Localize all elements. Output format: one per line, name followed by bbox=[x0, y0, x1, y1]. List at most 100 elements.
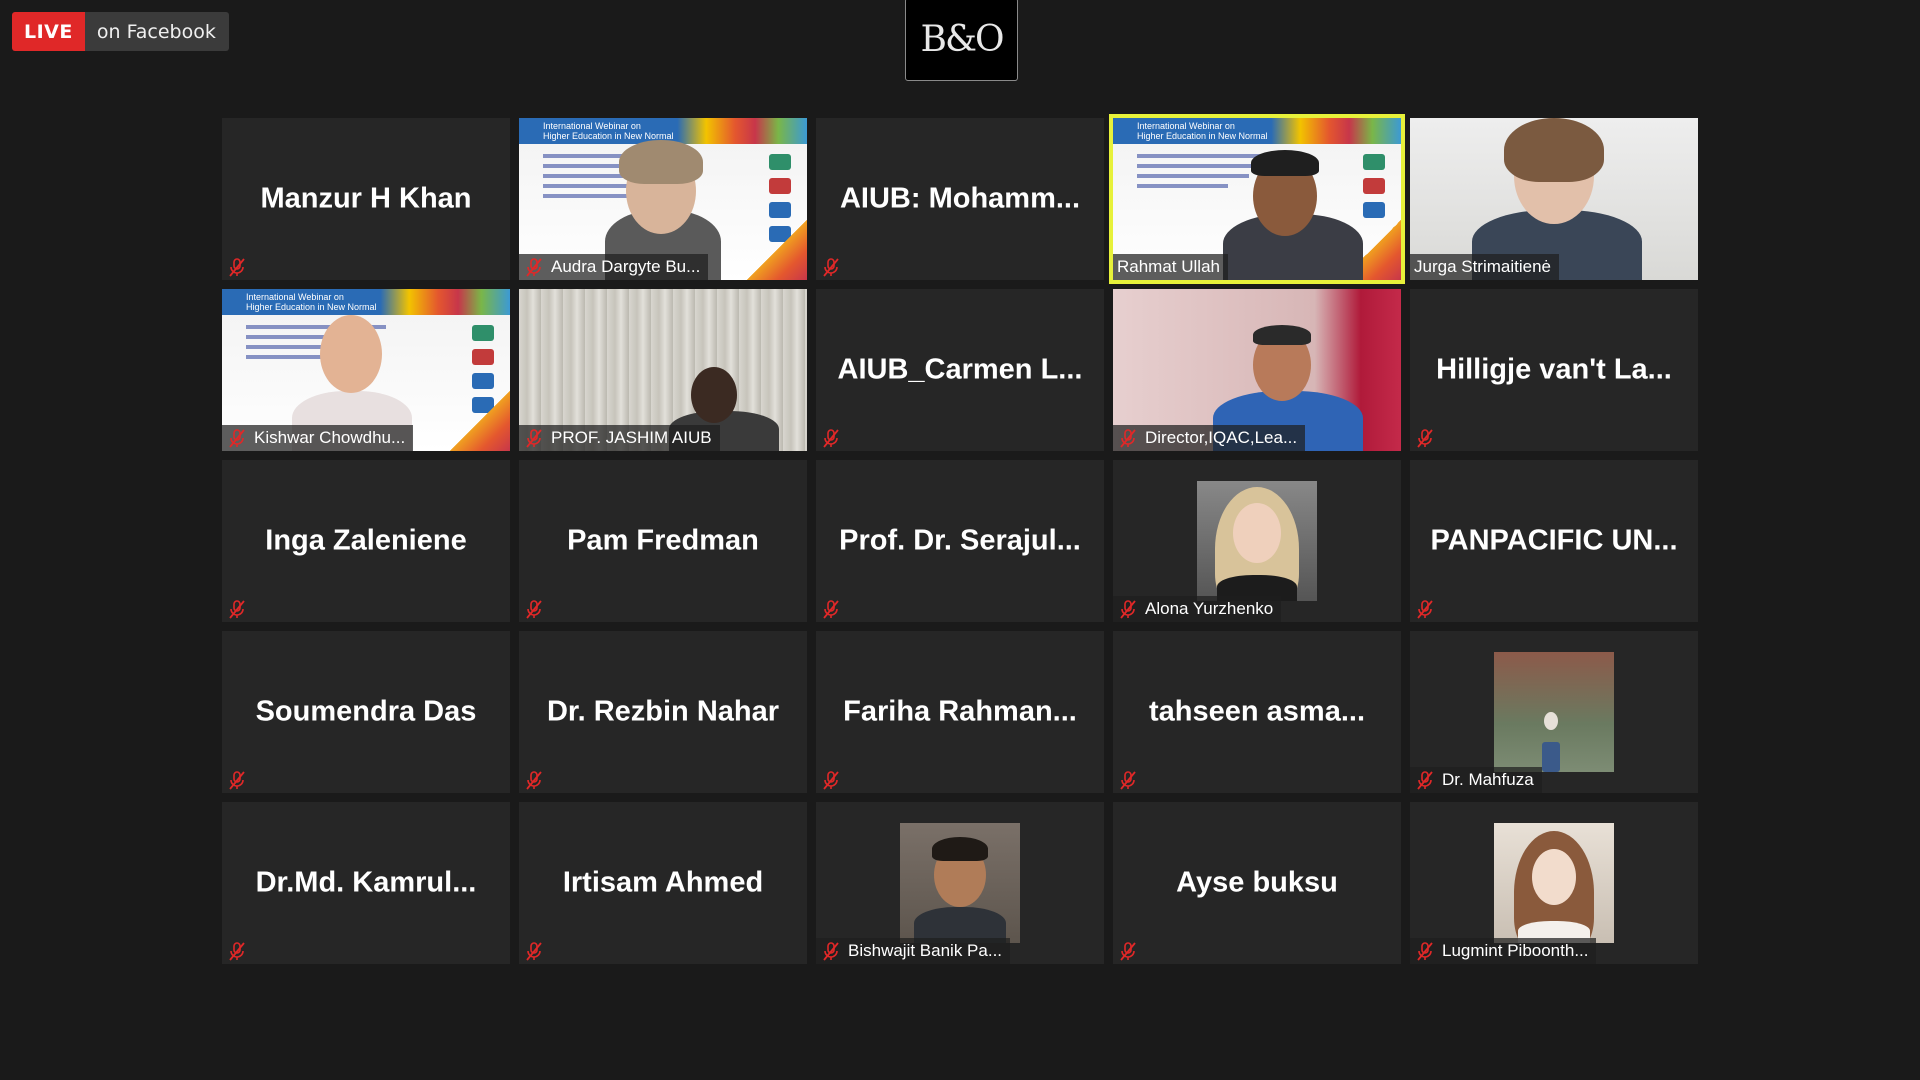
participant-grid: Manzur H Khan International Webinar on Hi… bbox=[222, 114, 1698, 964]
participant-tile[interactable]: Dr. Rezbin Nahar bbox=[519, 631, 807, 793]
participant-name: Dr. Mahfuza bbox=[1442, 770, 1534, 789]
participant-label: Audra Dargyte Bu... bbox=[519, 254, 709, 280]
participant-tile-video[interactable]: Director,IQAC,Lea... bbox=[1113, 289, 1401, 451]
participant-tile[interactable]: Dr.Md. Kamrul... bbox=[222, 802, 510, 964]
participant-label bbox=[1113, 938, 1153, 964]
participant-label: Alona Yurzhenko bbox=[1113, 596, 1282, 622]
mic-muted-icon bbox=[226, 769, 248, 791]
participant-name: Dr.Md. Kamrul... bbox=[255, 866, 477, 899]
mic-muted-icon bbox=[820, 769, 842, 791]
participant-name: Dr. Rezbin Nahar bbox=[546, 695, 780, 728]
participant-tile[interactable]: Soumendra Das bbox=[222, 631, 510, 793]
mic-muted-icon bbox=[1117, 940, 1139, 962]
participant-name: AIUB: Mohamm... bbox=[839, 182, 1081, 215]
participant-name: Bishwajit Banik Pa... bbox=[848, 941, 1003, 960]
participant-name: Lugmint Piboonth... bbox=[1442, 941, 1589, 960]
mic-muted-icon bbox=[523, 598, 545, 620]
participant-label: Jurga Strimaitienė bbox=[1410, 254, 1560, 280]
participant-tile[interactable]: AIUB: Mohamm... bbox=[816, 118, 1104, 280]
participant-tile-video[interactable]: International Webinar on Higher Education… bbox=[222, 289, 510, 451]
live-platform-label: on Facebook bbox=[84, 12, 229, 51]
mic-muted-icon bbox=[820, 598, 842, 620]
participant-name: Hilligje van't La... bbox=[1436, 353, 1672, 386]
mic-muted-icon bbox=[226, 256, 248, 278]
participant-name: AIUB_Carmen L... bbox=[837, 353, 1083, 386]
participant-label bbox=[222, 767, 262, 793]
participant-name: Jurga Strimaitienė bbox=[1414, 257, 1552, 276]
participant-tile[interactable]: tahseen asma... bbox=[1113, 631, 1401, 793]
participant-name: Ayse buksu bbox=[1176, 866, 1338, 899]
participant-name: Irtisam Ahmed bbox=[562, 866, 764, 899]
mic-muted-icon bbox=[1414, 940, 1436, 962]
mic-muted-icon bbox=[820, 427, 842, 449]
participant-tile[interactable]: PANPACIFIC UN... bbox=[1410, 460, 1698, 622]
participant-tile-avatar[interactable]: Alona Yurzhenko bbox=[1113, 460, 1401, 622]
profile-photo bbox=[1197, 481, 1317, 601]
participant-tile[interactable]: AIUB_Carmen L... bbox=[816, 289, 1104, 451]
participant-tile-avatar[interactable]: Bishwajit Banik Pa... bbox=[816, 802, 1104, 964]
participant-label bbox=[816, 767, 856, 793]
participant-label: Lugmint Piboonth... bbox=[1410, 938, 1597, 964]
participant-tile[interactable]: Fariha Rahman... bbox=[816, 631, 1104, 793]
participant-label: Rahmat Ullah bbox=[1113, 254, 1228, 280]
participant-label: Kishwar Chowdhu... bbox=[222, 425, 414, 451]
participant-tile-video[interactable]: PROF. JASHIM AIUB bbox=[519, 289, 807, 451]
participant-label: Dr. Mahfuza bbox=[1410, 767, 1542, 793]
participant-label bbox=[519, 596, 559, 622]
participant-label bbox=[222, 938, 262, 964]
mic-muted-icon bbox=[1117, 598, 1139, 620]
participant-name: Rahmat Ullah bbox=[1117, 257, 1220, 276]
participant-tile-avatar[interactable]: Lugmint Piboonth... bbox=[1410, 802, 1698, 964]
mic-muted-icon bbox=[1414, 598, 1436, 620]
participant-name: Fariha Rahman... bbox=[843, 695, 1077, 728]
participant-name: tahseen asma... bbox=[1149, 695, 1365, 728]
participant-name: Alona Yurzhenko bbox=[1145, 599, 1274, 618]
participant-tile-video[interactable]: International Webinar on Higher Education… bbox=[519, 118, 807, 280]
participant-tile-video[interactable]: Jurga Strimaitienė bbox=[1410, 118, 1698, 280]
live-badge: LIVE bbox=[12, 12, 85, 51]
participant-name: Kishwar Chowdhu... bbox=[254, 428, 406, 447]
participant-name: PROF. JASHIM AIUB bbox=[551, 428, 712, 447]
mic-muted-icon bbox=[523, 940, 545, 962]
participant-name: Soumendra Das bbox=[255, 695, 477, 728]
live-indicator[interactable]: LIVE on Facebook bbox=[12, 12, 229, 51]
mic-muted-icon bbox=[523, 769, 545, 791]
participant-label: PROF. JASHIM AIUB bbox=[519, 425, 720, 451]
participant-tile[interactable]: Inga Zaleniene bbox=[222, 460, 510, 622]
participant-tile[interactable]: Ayse buksu bbox=[1113, 802, 1401, 964]
participant-tile[interactable]: Irtisam Ahmed bbox=[519, 802, 807, 964]
participant-name: Audra Dargyte Bu... bbox=[551, 257, 701, 276]
mic-muted-icon bbox=[226, 427, 248, 449]
participant-label bbox=[222, 254, 262, 280]
participant-name: Prof. Dr. Serajul... bbox=[839, 524, 1081, 557]
participant-tile[interactable]: Manzur H Khan bbox=[222, 118, 510, 280]
brand-logo: B&O bbox=[920, 19, 1004, 60]
participant-label bbox=[816, 596, 856, 622]
profile-photo bbox=[1494, 652, 1614, 772]
participant-label bbox=[519, 767, 559, 793]
mic-muted-icon bbox=[1117, 769, 1139, 791]
logo-tile: B&O bbox=[905, 0, 1018, 81]
mic-muted-icon bbox=[226, 598, 248, 620]
mic-muted-icon bbox=[226, 940, 248, 962]
participant-tile[interactable]: Pam Fredman bbox=[519, 460, 807, 622]
participant-tile[interactable]: Prof. Dr. Serajul... bbox=[816, 460, 1104, 622]
participant-tile-avatar[interactable]: Dr. Mahfuza bbox=[1410, 631, 1698, 793]
participant-tile[interactable]: Hilligje van't La... bbox=[1410, 289, 1698, 451]
participant-label bbox=[816, 425, 856, 451]
mic-muted-icon bbox=[820, 256, 842, 278]
active-speaker-tile[interactable]: International Webinar on Higher Education… bbox=[1109, 114, 1405, 284]
participant-name: Director,IQAC,Lea... bbox=[1145, 428, 1298, 447]
participant-label bbox=[1113, 767, 1153, 793]
participant-label: Bishwajit Banik Pa... bbox=[816, 938, 1011, 964]
participant-label bbox=[816, 254, 856, 280]
mic-muted-icon bbox=[1414, 769, 1436, 791]
participant-name: Pam Fredman bbox=[567, 524, 759, 557]
participant-label bbox=[1410, 425, 1450, 451]
mic-muted-icon bbox=[1414, 427, 1436, 449]
mic-muted-icon bbox=[1117, 427, 1139, 449]
participant-name: PANPACIFIC UN... bbox=[1430, 524, 1678, 557]
participant-name: Manzur H Khan bbox=[260, 182, 472, 215]
participant-label bbox=[1410, 596, 1450, 622]
profile-photo bbox=[900, 823, 1020, 943]
